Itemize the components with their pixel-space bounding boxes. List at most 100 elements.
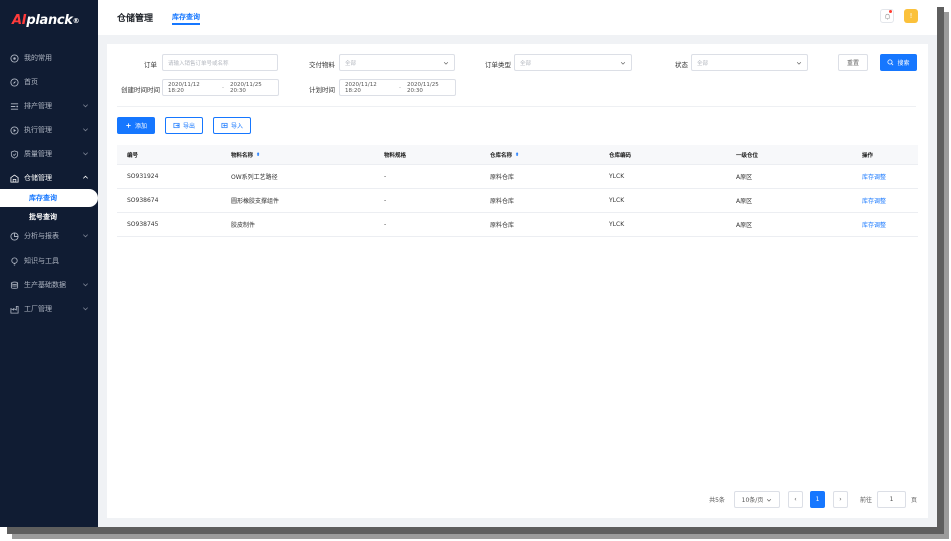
sidebar-item-home[interactable]: 首页 xyxy=(0,71,98,93)
search-icon xyxy=(887,59,894,66)
sidebar-item-quality[interactable]: 质量管理 xyxy=(0,143,98,165)
col-header-material-name[interactable]: 物料名称 ⬍ xyxy=(231,145,260,164)
page-title: 仓储管理 xyxy=(117,14,154,24)
col-header-label: 物料名称 xyxy=(231,152,254,159)
pagination-total: 共5条 xyxy=(709,497,725,504)
logo-suffix: planck xyxy=(26,13,73,28)
col-header-label: 仓库名称 xyxy=(490,152,513,159)
cell-location: A原区 xyxy=(736,174,753,181)
filter-divider xyxy=(117,106,916,107)
logo[interactable]: AIplanck® xyxy=(12,9,86,28)
goto-label: 前往 xyxy=(859,497,872,504)
sidebar-item-scheduling[interactable]: 排产管理 xyxy=(0,95,98,117)
stock-adjust-link[interactable]: 库存调整 xyxy=(862,165,886,188)
order-filter-label: 订单 xyxy=(144,61,157,69)
status-select[interactable]: 全部 xyxy=(691,54,808,71)
bell-icon xyxy=(884,13,890,19)
chevron-down-icon xyxy=(620,62,626,65)
table-row: SO938674 圆形橡胶支撑组件 - 原料仓库 YLCK A原区 库存调整 xyxy=(117,189,918,213)
export-button[interactable]: 导出 xyxy=(165,117,203,134)
sidebar-item-label: 仓储管理 xyxy=(24,174,52,182)
import-button-label: 导入 xyxy=(230,123,243,130)
stock-adjust-link[interactable]: 库存调整 xyxy=(862,213,886,236)
sidebar-item-warehouse[interactable]: 仓储管理 xyxy=(0,167,98,189)
play-circle-icon xyxy=(9,125,19,135)
material-filter-label: 交付物料 xyxy=(309,61,335,69)
sidebar-item-label: 执行管理 xyxy=(24,126,52,134)
cell-warehouse-name: 原料仓库 xyxy=(490,174,515,181)
chevron-down-icon xyxy=(83,307,88,311)
cell-warehouse-code: YLCK xyxy=(609,221,625,228)
goto-page-input[interactable]: 1 xyxy=(877,491,906,508)
inventory-table: 编号 物料名称 ⬍ 物料规格 仓库名称 ⬍ 仓库编码 一级仓位 操作 SO93192… xyxy=(117,145,918,237)
avatar[interactable]: ! xyxy=(904,9,918,23)
sidebar-item-label: 我的常用 xyxy=(24,54,52,62)
page-size-select[interactable]: 10条/页 xyxy=(734,491,780,508)
import-icon xyxy=(221,122,228,129)
logo-registered-mark: ® xyxy=(72,17,80,25)
sidebar-subitem-batch-query[interactable]: 批号查询 xyxy=(0,208,98,226)
sidebar-subitem-label: 批号查询 xyxy=(29,213,57,221)
chevron-down-icon xyxy=(443,62,449,65)
bulb-icon xyxy=(9,256,19,266)
cell-id: SO938745 xyxy=(127,221,159,228)
col-header-actions: 操作 xyxy=(862,152,874,159)
sidebar-item-base-data[interactable]: 生产基础数据 xyxy=(0,274,98,296)
page-size-value: 10条/页 xyxy=(741,497,764,504)
status-select-value: 全部 xyxy=(697,60,709,67)
material-select-value: 全部 xyxy=(345,60,357,67)
next-page-button[interactable]: › xyxy=(833,491,848,508)
current-page-button[interactable]: 1 xyxy=(810,491,825,508)
pagination: 共5条 10条/页 ‹ 1 › 前往 1 页 xyxy=(107,491,928,508)
prev-page-button[interactable]: ‹ xyxy=(788,491,803,508)
cell-material-spec: - xyxy=(384,173,387,180)
planned-date-range[interactable]: 2020/11/12 18:20 - 2020/11/25 20:30 xyxy=(339,79,456,96)
search-button[interactable]: 搜索 xyxy=(880,54,917,71)
tab-inventory-query[interactable]: 库存查询 xyxy=(172,12,200,22)
shield-check-icon xyxy=(9,149,19,159)
cell-material-name: 胶皮制件 xyxy=(231,222,256,229)
page-suffix-label: 页 xyxy=(910,497,917,504)
chart-icon xyxy=(9,231,19,241)
notification-dot xyxy=(889,10,892,13)
sidebar-subitem-inventory-query[interactable]: 库存查询 xyxy=(0,189,98,207)
warehouse-icon xyxy=(9,173,19,183)
created-date-range[interactable]: 2020/11/12 18:20 - 2020/11/25 20:30 xyxy=(162,79,279,96)
sidebar-item-factory[interactable]: 工厂管理 xyxy=(0,298,98,320)
cell-location: A原区 xyxy=(736,198,753,205)
sidebar-item-knowledge[interactable]: 知识与工具 xyxy=(0,250,98,272)
col-header-warehouse-name[interactable]: 仓库名称 ⬍ xyxy=(490,145,519,164)
order-type-select[interactable]: 全部 xyxy=(514,54,632,71)
order-search-input[interactable]: 请输入销售订单号或名称 xyxy=(162,54,278,71)
material-select[interactable]: 全部 xyxy=(339,54,455,71)
status-filter-label: 状态 xyxy=(675,61,688,69)
cell-warehouse-code: YLCK xyxy=(609,197,625,204)
add-button[interactable]: 添加 xyxy=(117,117,155,134)
active-tab-indicator xyxy=(172,23,200,25)
cell-location: A原区 xyxy=(736,222,753,229)
export-button-label: 导出 xyxy=(182,123,195,130)
compass-icon xyxy=(9,77,19,87)
schedule-icon xyxy=(9,101,19,111)
sidebar: AIplanck® 我的常用 首页 排产管理 执行管理 质量管理 仓储管理 库存… xyxy=(0,0,98,527)
stock-adjust-link[interactable]: 库存调整 xyxy=(862,189,886,212)
add-button-label: 添加 xyxy=(134,123,147,130)
sort-icon: ⬍ xyxy=(515,151,520,158)
sidebar-item-execution[interactable]: 执行管理 xyxy=(0,119,98,141)
chevron-down-icon xyxy=(83,152,88,156)
top-header: 仓储管理 库存查询 ! xyxy=(98,0,937,35)
sidebar-subitem-label: 库存查询 xyxy=(29,194,57,202)
import-button[interactable]: 导入 xyxy=(213,117,251,134)
planned-start-date: 2020/11/12 18:20 xyxy=(345,81,377,94)
cell-material-spec: - xyxy=(384,221,387,228)
reset-button[interactable]: 重置 xyxy=(838,54,868,71)
col-header-id: 编号 xyxy=(127,152,139,159)
factory-icon xyxy=(9,304,19,314)
chevron-down-icon xyxy=(83,104,88,108)
chevron-down-icon xyxy=(83,234,88,238)
notification-button[interactable] xyxy=(880,9,894,23)
range-separator: - xyxy=(399,84,401,91)
sidebar-item-favorites[interactable]: 我的常用 xyxy=(0,47,98,69)
col-header-location: 一级仓位 xyxy=(736,152,759,159)
sidebar-item-analytics[interactable]: 分析与报表 xyxy=(0,225,98,247)
